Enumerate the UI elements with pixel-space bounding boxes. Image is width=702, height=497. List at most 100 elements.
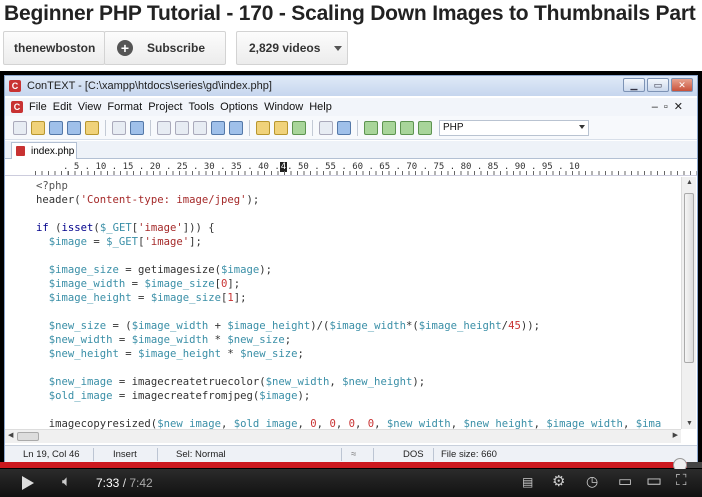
code-token: $new_width [36, 334, 113, 346]
status-filesize: File size: 660 [441, 449, 497, 460]
replace-icon[interactable] [292, 120, 306, 135]
code-token: $new_size [227, 334, 285, 346]
code-token: 'image' [138, 222, 183, 234]
menu-file[interactable]: File [29, 101, 47, 113]
large-player-icon[interactable]: ▭ [646, 471, 662, 491]
scroll-right-icon[interactable]: ▶ [673, 431, 678, 439]
menu-options[interactable]: Options [220, 101, 258, 113]
menu-edit[interactable]: Edit [53, 101, 72, 113]
code-token: 45 [508, 320, 521, 332]
code-token: = [131, 292, 151, 304]
status-eol: DOS [403, 449, 424, 460]
volume-icon[interactable]: 🔈︎ [62, 473, 71, 490]
find-next-icon[interactable] [274, 120, 288, 135]
menu-view[interactable]: View [78, 101, 102, 113]
code-token: $old_image [36, 390, 113, 402]
scroll-left-icon[interactable]: ◀ [8, 431, 13, 439]
code-token: $ima [635, 418, 662, 429]
code-token: ); [259, 264, 273, 276]
code-token: , [354, 418, 368, 429]
code-token: , [533, 418, 547, 429]
tab-index-php[interactable]: index.php [11, 142, 77, 159]
scroll-down-icon[interactable]: ▼ [686, 420, 693, 427]
code-token: , [450, 418, 464, 429]
user-command-4-icon[interactable] [418, 120, 432, 135]
code-editor[interactable]: <?php header('Content-type: image/jpeg');… [5, 177, 681, 429]
menu-help[interactable]: Help [309, 101, 332, 113]
new-file-icon[interactable] [13, 120, 27, 135]
code-token: = [118, 348, 139, 360]
code-token: $_GET [106, 236, 139, 248]
code-token: )); [520, 320, 540, 332]
code-token: 'image' [144, 236, 190, 248]
tab-label: index.php [31, 145, 75, 157]
code-token: ]; [189, 236, 202, 248]
code-token: = [125, 278, 145, 290]
scroll-thumb[interactable] [684, 193, 694, 363]
video-title: Beginner PHP Tutorial - 170 - Scaling Do… [4, 2, 696, 25]
code-line: $image_height = $image_size[1]; [36, 291, 247, 305]
ide-window: C ConTEXT - [C:\xampp\htdocs\series\gd\i… [4, 75, 698, 463]
close-button[interactable]: ✕ [671, 78, 693, 92]
language-select[interactable]: PHP [439, 120, 589, 136]
undo-icon[interactable] [211, 120, 225, 135]
maximize-button[interactable]: ▭ [647, 78, 669, 92]
code-token: $image_width [36, 278, 126, 290]
code-token: , [374, 418, 387, 429]
mdi-controls[interactable]: ‒▫✕ [652, 100, 689, 113]
channel-name-button[interactable]: thenewboston [3, 31, 105, 65]
user-command-3-icon[interactable] [400, 120, 414, 135]
folder-icon[interactable] [85, 120, 99, 135]
video-player[interactable]: C ConTEXT - [C:\xampp\htdocs\series\gd\i… [0, 71, 702, 497]
save-icon[interactable] [49, 120, 63, 135]
hscroll-thumb[interactable] [17, 432, 39, 441]
cut-icon[interactable] [157, 120, 171, 135]
menu-format[interactable]: Format [107, 101, 142, 113]
videos-dropdown-button[interactable]: 2,829 videos [236, 31, 348, 65]
menu-tools[interactable]: Tools [188, 101, 214, 113]
code-token: $new_width [386, 418, 451, 429]
print-preview-icon[interactable] [130, 120, 144, 135]
fullscreen-icon[interactable]: ⛶ [676, 472, 687, 489]
horizontal-scrollbar[interactable]: ◀ ▶ [5, 429, 681, 443]
code-token: ]; [227, 278, 241, 290]
small-player-icon[interactable]: ▭ [618, 472, 632, 490]
code-token: ])) { [182, 222, 215, 234]
code-token: ); [412, 376, 426, 388]
print-icon[interactable] [112, 120, 126, 135]
open-folder-icon[interactable] [31, 120, 45, 135]
code-token: , [220, 418, 234, 429]
vertical-scrollbar[interactable]: ▲ ▼ [681, 177, 696, 429]
subscribe-button[interactable]: + Subscribe [104, 31, 226, 65]
play-icon[interactable] [22, 476, 34, 490]
paste-icon[interactable] [193, 120, 207, 135]
user-command-1-icon[interactable] [364, 120, 378, 135]
code-line: $old_image = imagecreatefromjpeg($image)… [36, 389, 311, 403]
code-token: = [87, 236, 107, 248]
find-icon[interactable] [256, 120, 270, 135]
tools-icon[interactable] [337, 120, 351, 135]
status-bar: Ln 19, Col 46 Insert Sel: Normal ≈ DOS F… [5, 445, 697, 463]
minimize-button[interactable]: ▁ [623, 78, 645, 92]
menu-window[interactable]: Window [264, 101, 303, 113]
save-all-icon[interactable] [67, 120, 81, 135]
ide-title-bar: C ConTEXT - [C:\xampp\htdocs\series\gd\i… [5, 76, 697, 96]
gear-icon[interactable]: ⚙ [552, 472, 565, 490]
progress-bar[interactable] [0, 458, 702, 472]
captions-icon[interactable]: ▤ [522, 475, 533, 489]
user-command-2-icon[interactable] [382, 120, 396, 135]
code-token: if [36, 222, 49, 234]
watch-later-icon[interactable]: ◷ [586, 473, 598, 490]
copy-icon[interactable] [175, 120, 189, 135]
redo-icon[interactable] [229, 120, 243, 135]
file-tabs: index.php [5, 141, 697, 159]
file-info-icon[interactable] [319, 120, 333, 135]
code-token: $new_height [36, 348, 119, 360]
chevron-down-icon [579, 125, 585, 129]
code-token: $old_image [233, 418, 298, 429]
menu-project[interactable]: Project [148, 101, 182, 113]
code-token: = imagecreatefromjpeg( [112, 390, 260, 402]
code-token: + [208, 320, 228, 332]
scroll-up-icon[interactable]: ▲ [686, 179, 693, 186]
code-token: , [335, 418, 349, 429]
